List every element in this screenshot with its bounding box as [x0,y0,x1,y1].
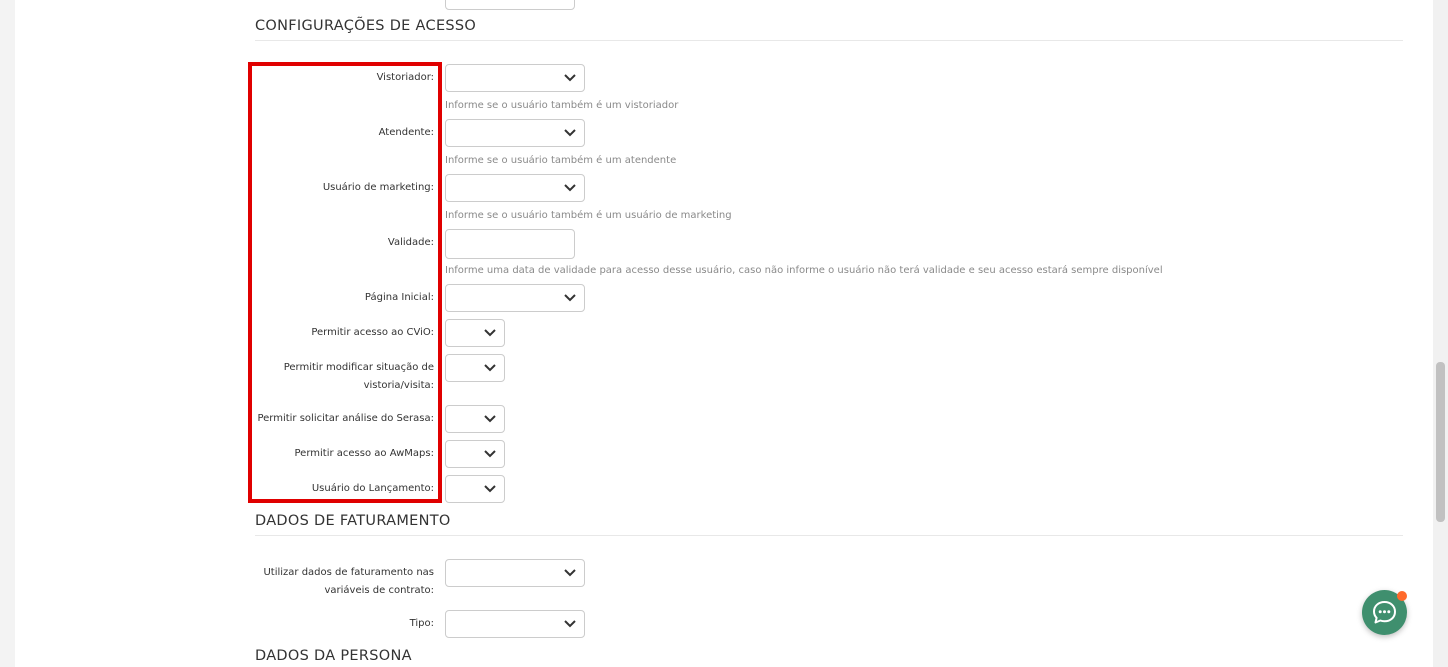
partial-input-field[interactable] [445,0,575,10]
notification-dot [1397,591,1407,601]
highlight-box [248,62,442,503]
page-content [15,0,1433,667]
help-atendente: Informe se o usuário também é um atenden… [445,155,677,166]
chevron-down-icon [484,364,496,372]
chevron-down-icon [564,569,576,577]
scrollbar-track[interactable] [1433,0,1448,667]
utilizar-faturamento-select[interactable] [445,559,585,587]
label-utilizar-faturamento-line1: Utilizar dados de faturamento nas [263,567,434,578]
scrollbar-thumb[interactable] [1436,362,1445,522]
chevron-down-icon [564,74,576,82]
section-title-access: CONFIGURAÇÕES DE ACESSO [255,18,477,34]
modificar-situacao-select[interactable] [445,354,505,382]
chevron-down-icon [484,450,496,458]
acesso-awmaps-select[interactable] [445,440,505,468]
validade-input[interactable] [445,229,575,259]
section-title-persona: DADOS DA PERSONA [255,648,412,664]
chevron-down-icon [564,294,576,302]
help-validade: Informe uma data de validade para acesso… [445,265,1163,276]
tipo-select[interactable] [445,610,585,638]
chevron-down-icon [484,329,496,337]
chevron-down-icon [484,415,496,423]
atendente-select[interactable] [445,119,585,147]
acesso-cvio-select[interactable] [445,319,505,347]
chevron-down-icon [564,184,576,192]
chevron-down-icon [564,620,576,628]
usuario-marketing-select[interactable] [445,174,585,202]
help-vistoriador: Informe se o usuário também é um vistori… [445,100,679,111]
pagina-inicial-select[interactable] [445,284,585,312]
section-title-billing: DADOS DE FATURAMENTO [255,513,451,529]
label-utilizar-faturamento-line2: variáveis de contrato: [324,585,434,596]
label-tipo: Tipo: [409,618,434,629]
analise-serasa-select[interactable] [445,405,505,433]
usuario-lancamento-select[interactable] [445,475,505,503]
chevron-down-icon [484,485,496,493]
section-divider [255,40,1403,41]
vistoriador-select[interactable] [445,64,585,92]
section-divider [255,535,1403,536]
chevron-down-icon [564,129,576,137]
help-usuario-marketing: Informe se o usuário também é um usuário… [445,210,732,221]
